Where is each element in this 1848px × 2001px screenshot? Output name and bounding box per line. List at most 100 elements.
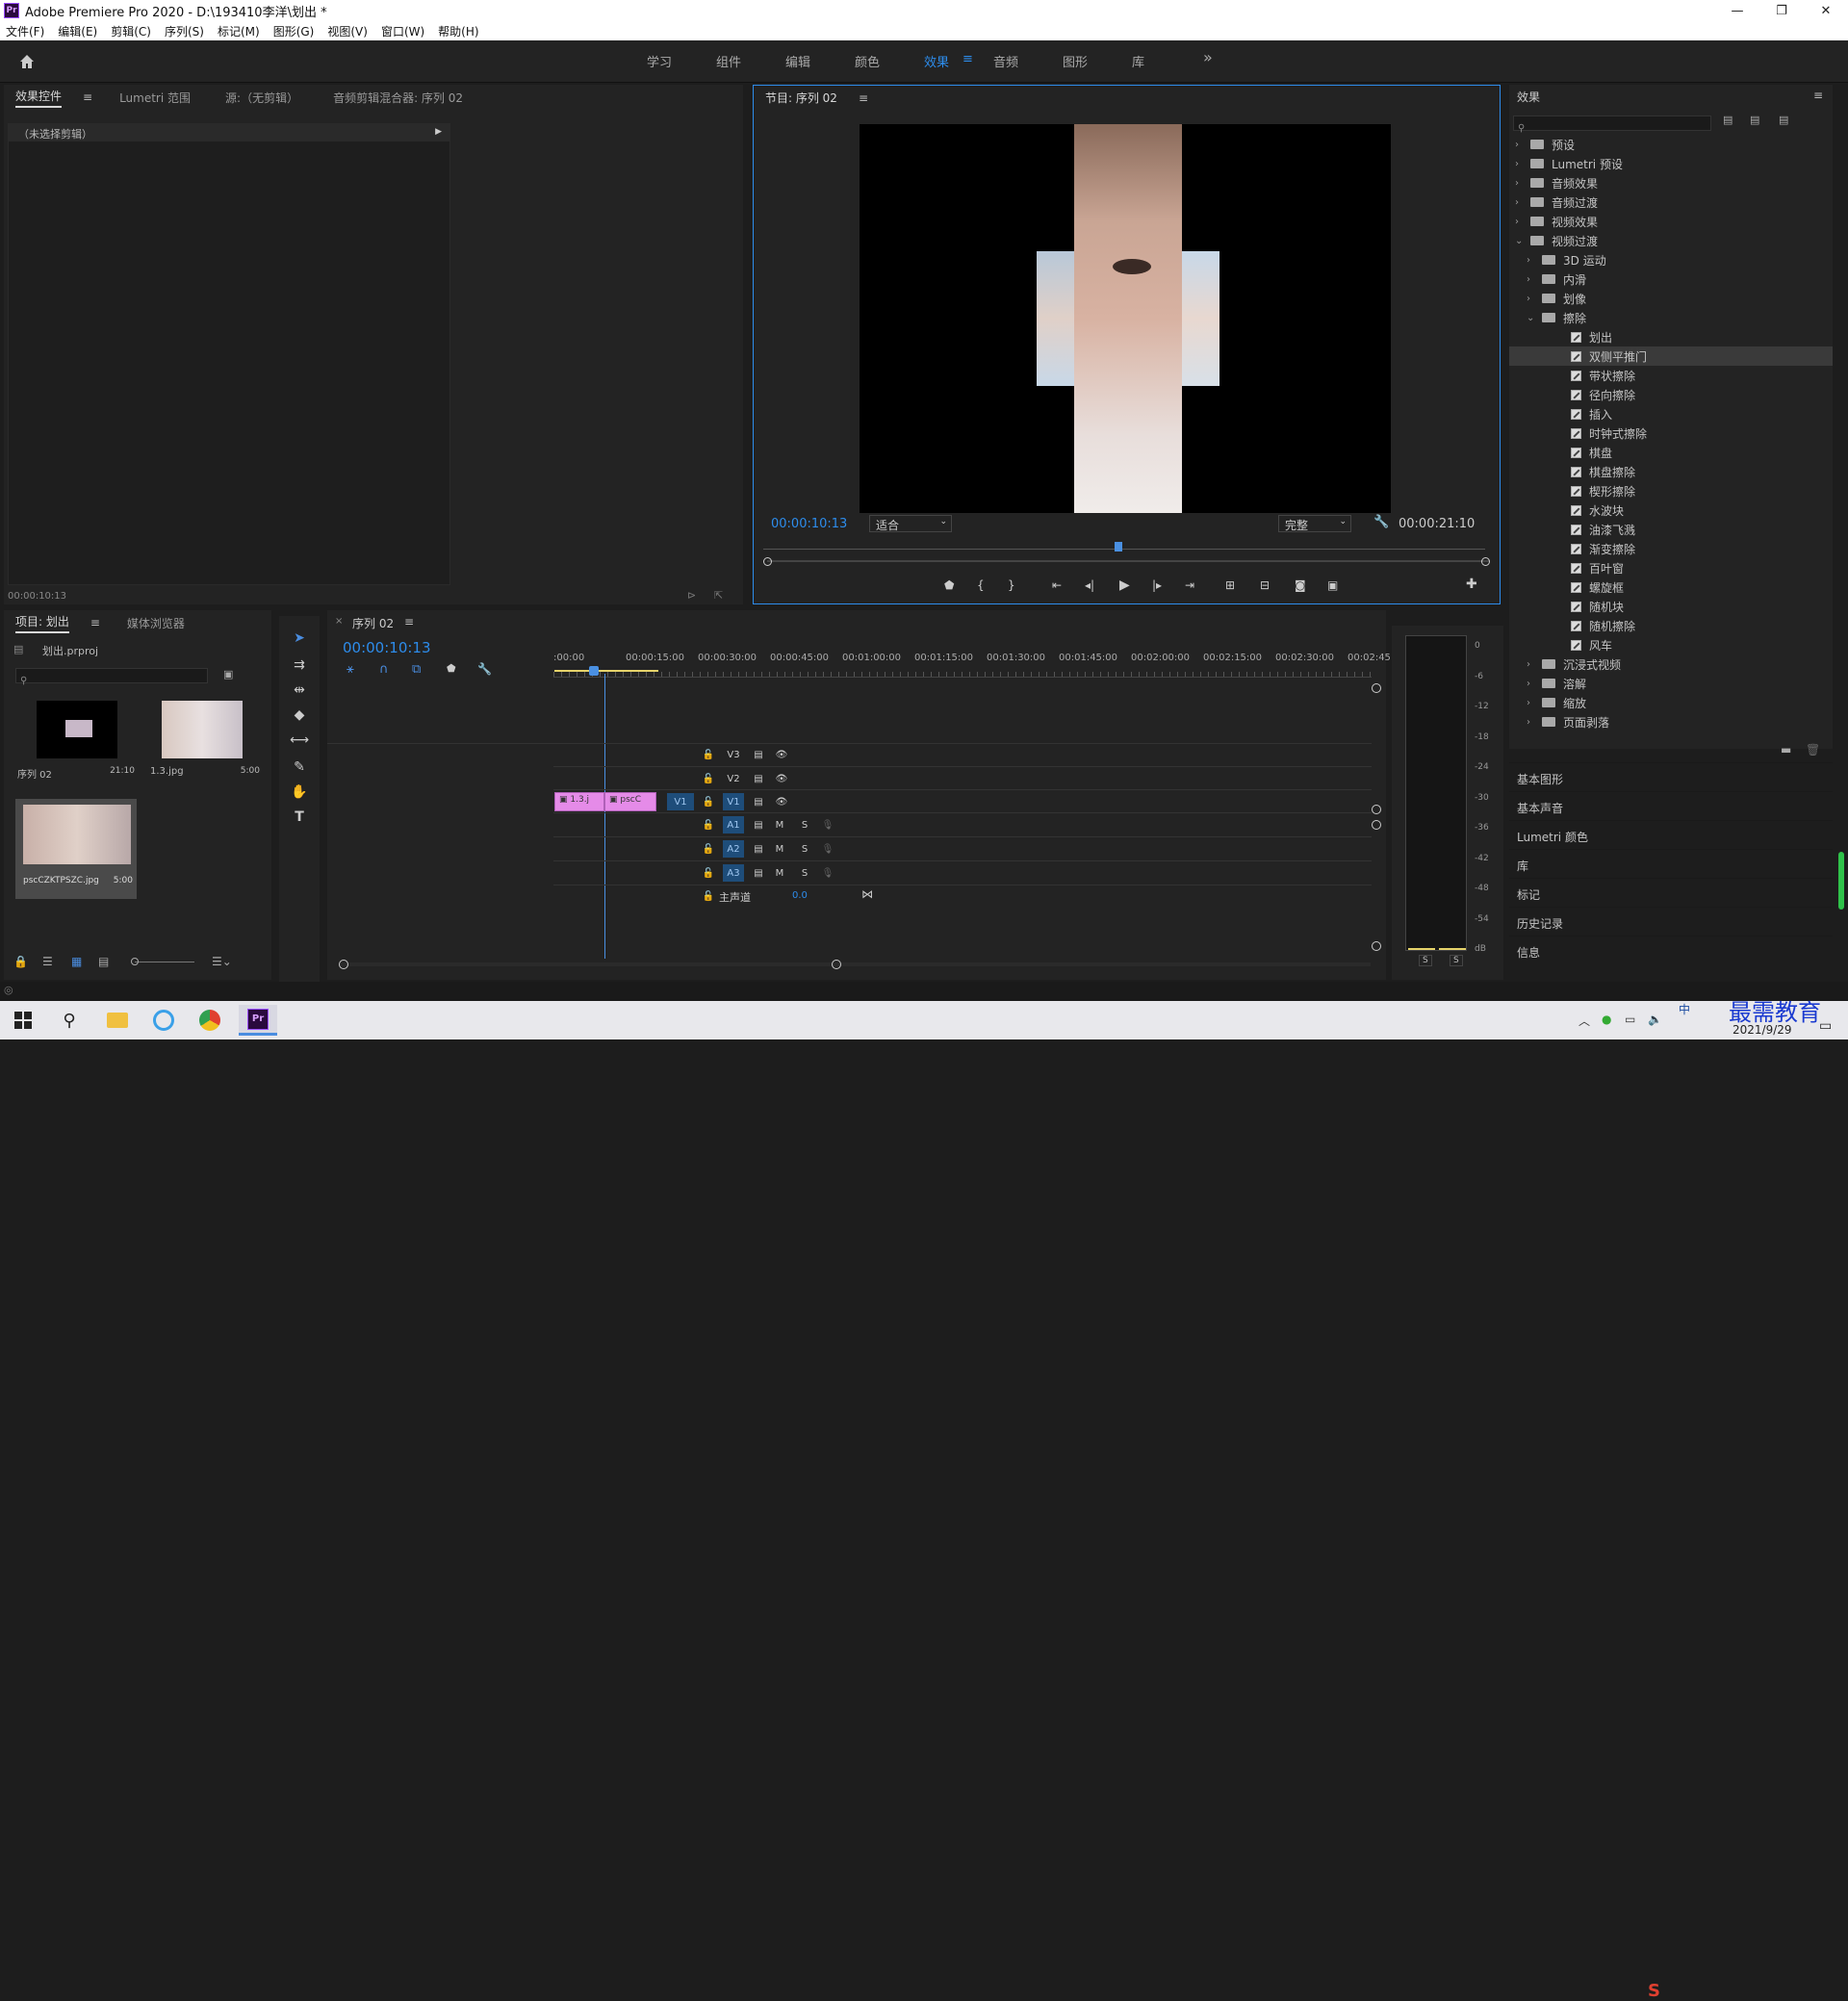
sync-lock-icon[interactable]: ▤ <box>748 793 769 810</box>
play-triangle-icon[interactable]: ▶ <box>435 127 442 137</box>
hand-tool-icon[interactable]: ✋ <box>289 782 310 803</box>
solo-button[interactable]: S <box>794 816 815 834</box>
track-select-tool-icon[interactable]: ⇉ <box>289 654 310 676</box>
tab-audio-clip-mixer[interactable]: 音频剪辑混合器: 序列 02 <box>333 90 463 106</box>
chevron-right-icon[interactable]: › <box>1527 255 1536 266</box>
add-marker-icon[interactable]: ⬟ <box>944 578 954 592</box>
program-zoom-bar[interactable] <box>767 560 1489 562</box>
sync-lock-icon[interactable]: ▤ <box>748 816 769 834</box>
chevron-right-icon[interactable]: › <box>1515 140 1525 150</box>
effect-folder[interactable]: › 音频效果 <box>1509 173 1833 192</box>
chevron-down-icon[interactable]: ⌄ <box>1515 236 1525 246</box>
effects-menu-icon[interactable]: ≡ <box>1813 89 1823 102</box>
project-item-image-2[interactable]: pscCZKTPSZC.jpg 5:00 <box>15 799 137 899</box>
effect-item[interactable]: 棋盘 <box>1509 443 1833 462</box>
quality-dropdown[interactable]: 完整 ⌄ <box>1278 515 1351 532</box>
master-volume-value[interactable]: 0.0 <box>792 890 808 901</box>
mute-button[interactable]: M <box>769 816 790 834</box>
project-item-sequence[interactable]: 序列 02 21:10 <box>15 699 137 799</box>
chevron-right-icon[interactable]: › <box>1527 274 1536 285</box>
go-to-in-icon[interactable]: ⇤ <box>1052 578 1062 592</box>
program-playhead[interactable] <box>1115 542 1122 552</box>
chevron-right-icon[interactable]: › <box>1515 178 1525 189</box>
menu-clip[interactable]: 剪辑(C) <box>111 23 151 39</box>
workspace-learn[interactable]: 学习 <box>647 52 672 70</box>
mic-icon[interactable]: 🎙 <box>817 840 838 858</box>
program-menu-icon[interactable]: ≡ <box>859 91 868 105</box>
timeline-menu-icon[interactable]: ≡ <box>404 615 414 629</box>
lock-icon[interactable]: 🔒 <box>13 955 28 968</box>
effect-item[interactable]: 楔形擦除 <box>1509 481 1833 500</box>
chevron-down-icon[interactable]: ⌄ <box>1527 313 1536 323</box>
effect-folder[interactable]: › Lumetri 预设 <box>1509 154 1833 173</box>
effects-search-input[interactable]: ⚲ <box>1513 115 1711 134</box>
effect-folder[interactable]: › 溶解 <box>1509 674 1833 693</box>
effect-folder[interactable]: › 视频效果 <box>1509 212 1833 231</box>
ime-mode-label[interactable]: 中 <box>1679 1001 1690 1017</box>
effect-folder[interactable]: ⌄ 擦除 <box>1509 308 1833 327</box>
tab-lumetri-scopes[interactable]: Lumetri 范围 <box>119 90 191 106</box>
project-menu-icon[interactable]: ≡ <box>90 616 100 629</box>
project-item-image-1[interactable]: 1.3.jpg 5:00 <box>141 699 262 799</box>
effect-folder[interactable]: › 预设 <box>1509 135 1833 154</box>
workspace-more-icon[interactable]: » <box>1203 48 1213 66</box>
razor-tool-icon[interactable]: ◆ <box>289 705 310 726</box>
close-tab-icon[interactable]: × <box>335 616 343 627</box>
sogou-ime-icon[interactable]: S <box>1648 1981 1660 2001</box>
track-label[interactable]: A2 <box>723 840 744 858</box>
type-tool-icon[interactable]: T <box>289 807 310 828</box>
mic-icon[interactable]: 🎙 <box>817 816 838 834</box>
menu-edit[interactable]: 编辑(E) <box>58 23 97 39</box>
tab-sequence[interactable]: 序列 02 <box>352 615 394 631</box>
effect-item[interactable]: 随机块 <box>1509 597 1833 616</box>
collapsed-panel-tab[interactable]: Lumetri 颜色 <box>1509 820 1833 847</box>
filter-icon[interactable]: ⊳ <box>687 589 696 602</box>
effect-folder[interactable]: › 内滑 <box>1509 269 1833 289</box>
effect-folder[interactable]: › 划像 <box>1509 289 1833 308</box>
menu-window[interactable]: 窗口(W) <box>381 23 424 39</box>
windows-start-icon[interactable] <box>4 1005 42 1036</box>
icon-view-icon[interactable]: ▦ <box>71 955 82 968</box>
sync-lock-icon[interactable]: ▤ <box>748 864 769 882</box>
step-back-icon[interactable]: ◂| <box>1085 578 1094 592</box>
nest-icon[interactable]: ⚹ <box>346 662 354 677</box>
effect-folder[interactable]: › 页面剥落 <box>1509 712 1833 731</box>
mic-icon[interactable]: 🎙 <box>817 864 838 882</box>
chevron-right-icon[interactable]: › <box>1527 294 1536 304</box>
menu-sequence[interactable]: 序列(S) <box>165 23 204 39</box>
panel-menu-icon[interactable]: ≡ <box>83 90 92 104</box>
workspace-effects[interactable]: 效果 <box>924 52 949 70</box>
32bit-effects-icon[interactable]: ▤ <box>1750 114 1759 126</box>
go-to-out-icon[interactable]: ⇥ <box>1185 578 1194 592</box>
effect-item[interactable]: 百叶窗 <box>1509 558 1833 577</box>
scroll-handle-left[interactable] <box>339 960 348 969</box>
effect-item[interactable]: 螺旋框 <box>1509 577 1833 597</box>
menu-marker[interactable]: 标记(M) <box>218 23 260 39</box>
project-search-input[interactable]: ⚲ <box>15 668 208 686</box>
vertical-zoom-handle[interactable] <box>1372 805 1381 814</box>
collapsed-panel-tab[interactable]: 基本图形 <box>1509 762 1833 789</box>
workspace-color[interactable]: 颜色 <box>855 52 880 70</box>
solo-left-button[interactable]: S <box>1419 955 1432 966</box>
scroll-handle-right[interactable] <box>832 960 841 969</box>
lock-icon[interactable]: 🔓 <box>698 887 719 905</box>
list-view-icon[interactable]: ☰ <box>42 955 53 968</box>
menu-view[interactable]: 视图(V) <box>327 23 368 39</box>
new-bin-icon[interactable]: ▬ <box>1781 743 1791 757</box>
close-button[interactable]: ✕ <box>1804 0 1848 21</box>
tab-project[interactable]: 项目: 划出 <box>15 613 69 633</box>
maximize-button[interactable]: ❐ <box>1759 0 1804 21</box>
collapsed-panel-tab[interactable]: 历史记录 <box>1509 907 1833 934</box>
export-icon[interactable]: ⇱ <box>714 589 723 602</box>
timeline-playhead-head[interactable] <box>589 666 599 676</box>
zoom-slider-handle[interactable] <box>131 958 139 965</box>
notification-icon[interactable]: ▭ <box>1819 1018 1832 1034</box>
lock-icon[interactable]: 🔓 <box>698 770 719 787</box>
chevron-right-icon[interactable]: › <box>1527 659 1536 670</box>
track-label[interactable]: A1 <box>723 816 744 834</box>
workspace-editing[interactable]: 编辑 <box>785 52 810 70</box>
chevron-right-icon[interactable]: › <box>1527 679 1536 689</box>
effect-item[interactable]: 风车 <box>1509 635 1833 654</box>
effect-folder[interactable]: › 沉浸式视频 <box>1509 654 1833 674</box>
accelerated-effects-icon[interactable]: ▤ <box>1723 114 1732 126</box>
